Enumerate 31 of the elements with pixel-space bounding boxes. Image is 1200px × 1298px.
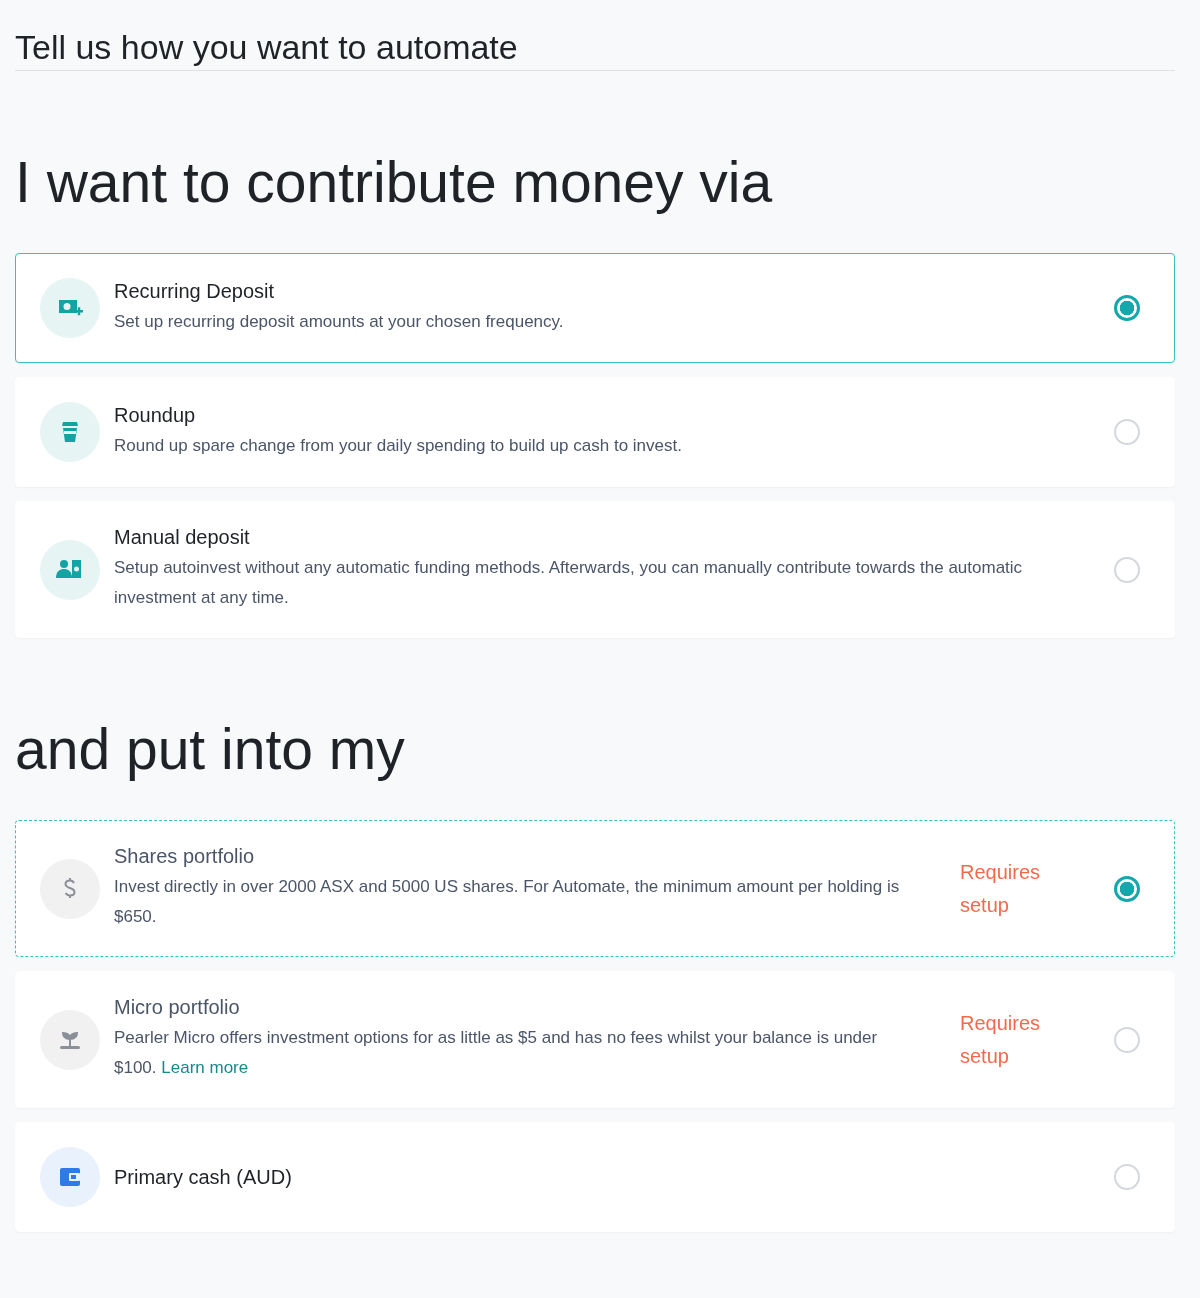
setup-status: Requires setup bbox=[959, 1010, 1042, 1069]
setup-status: Requires setup bbox=[959, 859, 1042, 918]
section-heading: I want to contribute money via bbox=[15, 149, 774, 216]
option-title: Shares portfolio bbox=[114, 845, 256, 868]
option-card[interactable]: Micro portfolio Pearler Micro offers investment options for as little as $5 and has no fees whilst your balance is under $100. Learn more Requires setup bbox=[15, 971, 1175, 1108]
section-heading: and put into my bbox=[15, 716, 406, 783]
option-card[interactable]: Shares portfolio Invest directly in over 2000 ASX and 5000 US shares. For Automate, the minimum amount per holding is $650. Requires setup bbox=[15, 820, 1175, 957]
option-description: Setup autoinvest without any automatic funding methods. Afterwards, you can manually contribute towards the automatic investment at any time. bbox=[114, 557, 1024, 609]
option-description: Pearler Micro offers investment options for as little as $5 and has no fees whilst your balance is under $100. Learn more bbox=[114, 1027, 879, 1079]
learn-more-link[interactable]: Learn more bbox=[161, 1058, 249, 1077]
option-description: Round up spare change from your daily spending to build up cash to invest. bbox=[114, 434, 683, 457]
option-title: Manual deposit bbox=[114, 526, 251, 549]
cup-icon bbox=[40, 402, 100, 462]
radio-button[interactable] bbox=[1114, 875, 1140, 902]
option-description: Invest directly in over 2000 ASX and 5000 US shares. For Automate, the minimum amount per holding is $650. bbox=[114, 876, 901, 928]
radio-button[interactable] bbox=[1114, 295, 1140, 321]
option-title: Recurring Deposit bbox=[114, 279, 276, 303]
option-title: Roundup bbox=[114, 403, 197, 427]
option-description: Set up recurring deposit amounts at your chosen frequency. bbox=[114, 310, 565, 333]
dollar-icon bbox=[40, 858, 100, 919]
sprout-icon bbox=[40, 1009, 100, 1070]
option-card[interactable]: Manual deposit Setup autoinvest without any automatic funding methods. Afterwards, you can manually contribute towards the automatic investment at any time. bbox=[15, 501, 1175, 638]
option-card[interactable]: Recurring Deposit Set up recurring deposit amounts at your chosen frequency. bbox=[15, 253, 1175, 363]
option-title: Primary cash (AUD) bbox=[114, 1165, 293, 1189]
option-card[interactable]: Primary cash (AUD) bbox=[15, 1122, 1175, 1232]
person-card-icon bbox=[40, 539, 100, 600]
wallet-icon bbox=[40, 1147, 100, 1207]
page-title: Tell us how you want to automate bbox=[15, 27, 519, 68]
option-card[interactable]: Roundup Round up spare change from your daily spending to build up cash to invest. bbox=[15, 377, 1175, 487]
cash-plus-icon bbox=[40, 278, 100, 338]
option-title: Micro portfolio bbox=[114, 996, 241, 1019]
